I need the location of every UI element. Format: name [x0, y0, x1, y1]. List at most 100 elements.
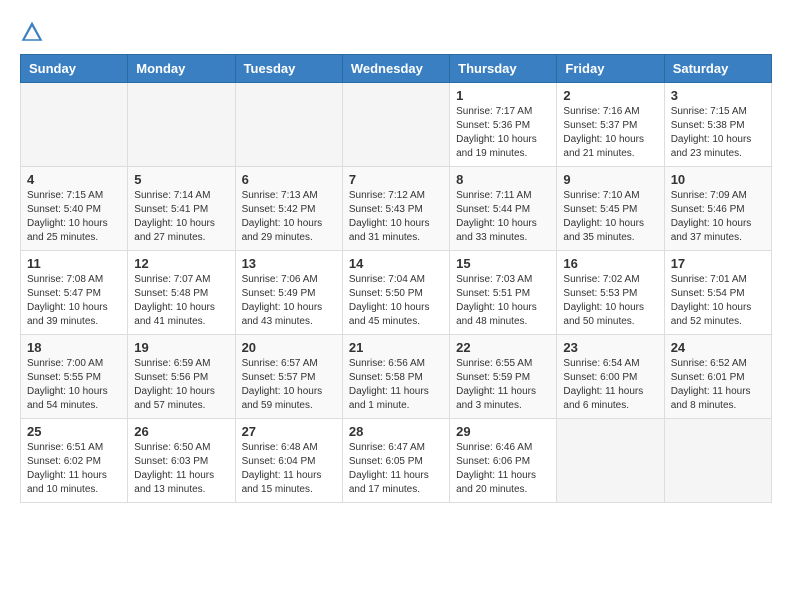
day-info: Sunrise: 7:14 AMSunset: 5:41 PMDaylight:… [134, 189, 228, 245]
calendar-cell: 27 Sunrise: 6:48 AMSunset: 6:04 PMDayligh… [235, 419, 342, 503]
calendar-cell: 4 Sunrise: 7:15 AMSunset: 5:40 PMDaylight… [21, 167, 128, 251]
day-info: Sunrise: 6:50 AMSunset: 6:03 PMDaylight:… [134, 441, 228, 497]
calendar-cell: 1 Sunrise: 7:17 AMSunset: 5:36 PMDaylight… [450, 83, 557, 167]
day-number: 26 [134, 424, 228, 439]
header-wednesday: Wednesday [342, 55, 449, 83]
day-number: 19 [134, 340, 228, 355]
day-info: Sunrise: 7:15 AMSunset: 5:40 PMDaylight:… [27, 189, 121, 245]
day-number: 22 [456, 340, 550, 355]
calendar-cell: 9 Sunrise: 7:10 AMSunset: 5:45 PMDaylight… [557, 167, 664, 251]
day-info: Sunrise: 6:51 AMSunset: 6:02 PMDaylight:… [27, 441, 121, 497]
header-monday: Monday [128, 55, 235, 83]
day-info: Sunrise: 7:00 AMSunset: 5:55 PMDaylight:… [27, 357, 121, 413]
header-sunday: Sunday [21, 55, 128, 83]
day-number: 4 [27, 172, 121, 187]
day-info: Sunrise: 7:12 AMSunset: 5:43 PMDaylight:… [349, 189, 443, 245]
calendar-cell: 7 Sunrise: 7:12 AMSunset: 5:43 PMDaylight… [342, 167, 449, 251]
day-number: 17 [671, 256, 765, 271]
logo [20, 20, 48, 44]
calendar-cell: 23Sunrise: 6:54 AMSunset: 6:00 PMDayligh… [557, 335, 664, 419]
calendar-cell: 29 Sunrise: 6:46 AMSunset: 6:06 PMDayligh… [450, 419, 557, 503]
calendar-cell [342, 83, 449, 167]
day-info: Sunrise: 7:03 AMSunset: 5:51 PMDaylight:… [456, 273, 550, 329]
day-info: Sunrise: 6:55 AMSunset: 5:59 PMDaylight:… [456, 357, 550, 413]
calendar-cell [664, 419, 771, 503]
day-info: Sunrise: 7:01 AMSunset: 5:54 PMDaylight:… [671, 273, 765, 329]
day-info: Sunrise: 6:59 AMSunset: 5:56 PMDaylight:… [134, 357, 228, 413]
header-tuesday: Tuesday [235, 55, 342, 83]
logo-icon [20, 20, 44, 44]
header [20, 20, 772, 44]
calendar-cell: 19 Sunrise: 6:59 AMSunset: 5:56 PMDayligh… [128, 335, 235, 419]
day-number: 29 [456, 424, 550, 439]
calendar-week-2: 4 Sunrise: 7:15 AMSunset: 5:40 PMDaylight… [21, 167, 772, 251]
day-number: 8 [456, 172, 550, 187]
day-number: 7 [349, 172, 443, 187]
header-thursday: Thursday [450, 55, 557, 83]
day-info: Sunrise: 7:11 AMSunset: 5:44 PMDaylight:… [456, 189, 550, 245]
day-number: 3 [671, 88, 765, 103]
day-info: Sunrise: 6:56 AMSunset: 5:58 PMDaylight:… [349, 357, 443, 413]
day-number: 21 [349, 340, 443, 355]
calendar-table: SundayMondayTuesdayWednesdayThursdayFrid… [20, 54, 772, 503]
day-info: Sunrise: 7:15 AMSunset: 5:38 PMDaylight:… [671, 105, 765, 161]
day-number: 24 [671, 340, 765, 355]
day-number: 28 [349, 424, 443, 439]
calendar-cell [235, 83, 342, 167]
calendar-cell: 21 Sunrise: 6:56 AMSunset: 5:58 PMDayligh… [342, 335, 449, 419]
day-number: 18 [27, 340, 121, 355]
calendar-cell: 24 Sunrise: 6:52 AMSunset: 6:01 PMDayligh… [664, 335, 771, 419]
calendar-cell: 25 Sunrise: 6:51 AMSunset: 6:02 PMDayligh… [21, 419, 128, 503]
day-number: 20 [242, 340, 336, 355]
calendar-cell [557, 419, 664, 503]
day-number: 11 [27, 256, 121, 271]
day-info: Sunrise: 6:46 AMSunset: 6:06 PMDaylight:… [456, 441, 550, 497]
day-number: 5 [134, 172, 228, 187]
day-info: Sunrise: 6:47 AMSunset: 6:05 PMDaylight:… [349, 441, 443, 497]
day-info: Sunrise: 7:10 AMSunset: 5:45 PMDaylight:… [563, 189, 657, 245]
day-info: Sunrise: 7:13 AMSunset: 5:42 PMDaylight:… [242, 189, 336, 245]
calendar-cell: 2 Sunrise: 7:16 AMSunset: 5:37 PMDaylight… [557, 83, 664, 167]
day-number: 27 [242, 424, 336, 439]
calendar-cell: 12Sunrise: 7:07 AMSunset: 5:48 PMDayligh… [128, 251, 235, 335]
day-info: Sunrise: 7:08 AMSunset: 5:47 PMDaylight:… [27, 273, 121, 329]
calendar-cell: 14Sunrise: 7:04 AMSunset: 5:50 PMDayligh… [342, 251, 449, 335]
calendar-cell: 15 Sunrise: 7:03 AMSunset: 5:51 PMDayligh… [450, 251, 557, 335]
day-number: 23 [563, 340, 657, 355]
calendar-week-4: 18 Sunrise: 7:00 AMSunset: 5:55 PMDayligh… [21, 335, 772, 419]
calendar-cell: 28 Sunrise: 6:47 AMSunset: 6:05 PMDayligh… [342, 419, 449, 503]
calendar-header-row: SundayMondayTuesdayWednesdayThursdayFrid… [21, 55, 772, 83]
header-saturday: Saturday [664, 55, 771, 83]
day-number: 15 [456, 256, 550, 271]
calendar-cell: 18 Sunrise: 7:00 AMSunset: 5:55 PMDayligh… [21, 335, 128, 419]
calendar-cell: 11 Sunrise: 7:08 AMSunset: 5:47 PMDayligh… [21, 251, 128, 335]
day-info: Sunrise: 7:17 AMSunset: 5:36 PMDaylight:… [456, 105, 550, 161]
calendar-cell: 5 Sunrise: 7:14 AMSunset: 5:41 PMDaylight… [128, 167, 235, 251]
calendar-cell [128, 83, 235, 167]
calendar-cell: 10Sunrise: 7:09 AMSunset: 5:46 PMDayligh… [664, 167, 771, 251]
calendar-cell: 17 Sunrise: 7:01 AMSunset: 5:54 PMDayligh… [664, 251, 771, 335]
calendar-cell: 22 Sunrise: 6:55 AMSunset: 5:59 PMDayligh… [450, 335, 557, 419]
day-number: 12 [134, 256, 228, 271]
calendar-cell: 8 Sunrise: 7:11 AMSunset: 5:44 PMDaylight… [450, 167, 557, 251]
calendar-cell: 3 Sunrise: 7:15 AMSunset: 5:38 PMDaylight… [664, 83, 771, 167]
day-info: Sunrise: 6:48 AMSunset: 6:04 PMDaylight:… [242, 441, 336, 497]
day-number: 2 [563, 88, 657, 103]
calendar-cell: 13Sunrise: 7:06 AMSunset: 5:49 PMDayligh… [235, 251, 342, 335]
day-number: 9 [563, 172, 657, 187]
day-info: Sunrise: 6:57 AMSunset: 5:57 PMDaylight:… [242, 357, 336, 413]
calendar-cell: 16 Sunrise: 7:02 AMSunset: 5:53 PMDayligh… [557, 251, 664, 335]
calendar-cell: 20 Sunrise: 6:57 AMSunset: 5:57 PMDayligh… [235, 335, 342, 419]
day-info: Sunrise: 7:09 AMSunset: 5:46 PMDaylight:… [671, 189, 765, 245]
day-number: 13 [242, 256, 336, 271]
calendar-cell: 6 Sunrise: 7:13 AMSunset: 5:42 PMDaylight… [235, 167, 342, 251]
calendar-week-3: 11 Sunrise: 7:08 AMSunset: 5:47 PMDayligh… [21, 251, 772, 335]
day-info: Sunrise: 7:02 AMSunset: 5:53 PMDaylight:… [563, 273, 657, 329]
calendar-cell: 26 Sunrise: 6:50 AMSunset: 6:03 PMDayligh… [128, 419, 235, 503]
day-info: Sunrise: 6:52 AMSunset: 6:01 PMDaylight:… [671, 357, 765, 413]
day-number: 6 [242, 172, 336, 187]
day-number: 16 [563, 256, 657, 271]
day-info: Sunrise: 7:16 AMSunset: 5:37 PMDaylight:… [563, 105, 657, 161]
day-number: 25 [27, 424, 121, 439]
day-number: 1 [456, 88, 550, 103]
